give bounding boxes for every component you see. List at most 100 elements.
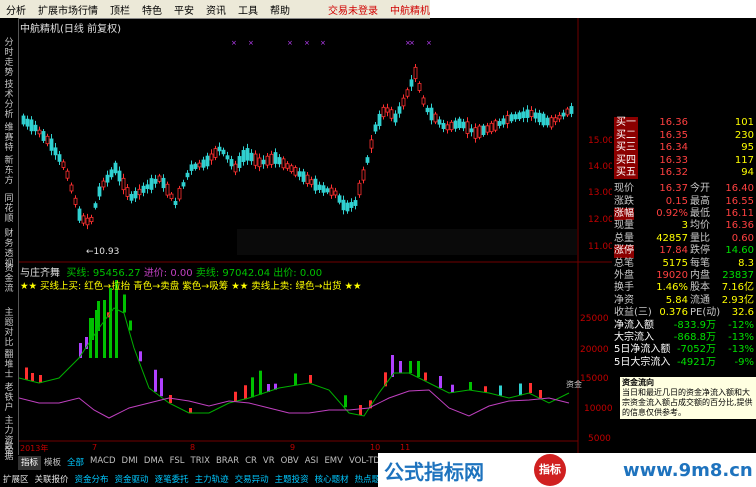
extension-tab[interactable]: 扩展区	[0, 473, 32, 485]
candle-body	[481, 125, 486, 136]
candle-body	[245, 148, 250, 161]
candle-body	[397, 106, 402, 114]
signal-marker: ×	[287, 39, 293, 47]
indicator-tab[interactable]: TRIX	[188, 456, 213, 470]
indicator-tab[interactable]: VR	[260, 456, 278, 470]
extension-tab[interactable]: 资金分布	[72, 473, 112, 485]
left-tab-1[interactable]: 技术分析	[1, 80, 17, 120]
left-tab-5[interactable]: 财务透视	[1, 229, 17, 269]
quote-label: 跌停	[690, 245, 710, 257]
indicator-bar	[25, 367, 28, 380]
candle-body	[341, 199, 346, 211]
menu-item-special[interactable]: 特色	[136, 2, 168, 17]
candle-body	[421, 97, 426, 105]
quote-value: 0.15	[665, 195, 688, 207]
menu-item-analysis[interactable]: 分析	[0, 2, 32, 17]
indicator-tab[interactable]: FSL	[167, 456, 188, 470]
indicator-tab[interactable]: MACD	[87, 456, 118, 470]
quote-label: 涨幅	[614, 207, 634, 221]
menu-item-news[interactable]: 资讯	[200, 2, 232, 17]
indicator-tab[interactable]: DMA	[141, 456, 167, 470]
indicator-tab[interactable]: BRAR	[213, 456, 242, 470]
extension-tab[interactable]: 关联报价	[32, 473, 72, 485]
menu-item-pingan[interactable]: 平安	[168, 2, 200, 17]
left-tab-6[interactable]: 资金流	[1, 264, 17, 294]
watermark-banner: 公式指标网 指标 www.9m8.cn	[378, 453, 756, 487]
chart-title: 中航精机(日线 前复权)	[20, 24, 121, 35]
extension-tab[interactable]: 交易异动	[232, 473, 272, 485]
indicator-tab[interactable]: EMV	[321, 456, 346, 470]
candle-body	[485, 125, 490, 133]
candle-body	[177, 187, 182, 200]
quote-value: 16.40	[725, 183, 754, 195]
left-tab-2[interactable]: 维赛特	[1, 123, 17, 153]
quote-label: 涨跌	[614, 195, 634, 207]
extension-tab-row: 扩展区关联报价资金分布资金驱动逐笔委托主力轨迹交易异动主题投资核心题材热点题材特…	[0, 470, 412, 487]
candle-body	[369, 139, 374, 149]
flow-percent: -13%	[728, 344, 754, 356]
indicator-tab[interactable]: ASI	[302, 456, 322, 470]
quote-value: 16.36	[725, 220, 754, 232]
quote-label: 总笔	[614, 257, 634, 269]
candle-body	[129, 193, 134, 201]
indicator-tab[interactable]: 指标	[18, 456, 42, 470]
candle-body	[345, 202, 350, 212]
extension-tab[interactable]: 核心题材	[312, 473, 352, 485]
indicator-tab[interactable]: DMI	[119, 456, 141, 470]
indicator-tab[interactable]: CR	[242, 456, 260, 470]
extension-tab[interactable]: 逐笔委托	[152, 473, 192, 485]
candle-body	[461, 121, 466, 129]
candle-body	[69, 184, 74, 192]
left-tab-7[interactable]: 主题对比	[1, 308, 17, 348]
left-tab-3[interactable]: 新东方	[1, 156, 17, 186]
ind-label: 10000	[584, 404, 613, 414]
bid-label: 买一	[614, 117, 638, 130]
candle-body	[265, 155, 270, 166]
candle-body	[317, 184, 322, 190]
quote-value: 19020	[656, 269, 688, 281]
candle-body	[473, 127, 478, 139]
indicator-bar	[484, 386, 487, 393]
left-tab-0[interactable]: 分时走势	[1, 38, 17, 78]
date-label: 2013年	[20, 444, 49, 453]
left-tab-11[interactable]: 数据	[1, 442, 17, 462]
flow-label: 大宗流入	[614, 331, 654, 343]
left-tab-9[interactable]: 老铁户	[1, 383, 17, 413]
indicator-bar	[409, 361, 412, 373]
extension-tab[interactable]: 主题投资	[272, 473, 312, 485]
candle-body	[149, 178, 154, 190]
candle-body	[29, 119, 34, 132]
left-tab-8[interactable]: 翻堆士	[1, 350, 17, 380]
menu-item-tools[interactable]: 工具	[232, 2, 264, 17]
candle-body	[277, 157, 282, 165]
candle-body	[293, 167, 298, 176]
quote-panel: 买一 16.36 101 买二 16.35 230 买三 16.34 95 买四 16.33 117 买…	[612, 110, 756, 410]
left-tab-bar: 分时走势 技术分析 维赛特 新东方 同花顺 财务透视 资金流 主题对比 翻堆士 老铁户 主力资金 数据	[0, 18, 19, 462]
candle-body	[385, 107, 390, 113]
candle-body	[49, 138, 54, 151]
signal-marker: ×	[409, 39, 415, 47]
quote-label: 涨停	[614, 245, 634, 258]
indicator-tab[interactable]: 模板	[41, 456, 64, 470]
indicator-bars	[25, 280, 542, 415]
candle-body	[157, 175, 162, 182]
extension-tab[interactable]: 主力轨迹	[192, 473, 232, 485]
candle-body	[145, 184, 150, 189]
candle-body	[501, 118, 506, 125]
candle-body	[233, 163, 238, 173]
indicator-bar	[294, 373, 297, 386]
candle-body	[105, 174, 110, 183]
trade-status[interactable]: 交易未登录	[322, 2, 384, 17]
quote-label: 收益(三)	[614, 307, 652, 319]
extension-tab[interactable]: 资金驱动	[112, 473, 152, 485]
menu-item-help[interactable]: 帮助	[264, 2, 296, 17]
left-tab-4[interactable]: 同花顺	[1, 194, 17, 224]
banner-url: www.9m8.cn	[623, 460, 753, 481]
indicator-tab[interactable]: OBV	[278, 456, 302, 470]
candle-body	[181, 182, 186, 187]
menu-item-ext-market[interactable]: 扩展市场行情	[32, 2, 104, 17]
menu-item-topbar[interactable]: 顶栏	[104, 2, 136, 17]
candle-body	[285, 163, 290, 169]
indicator-bar	[31, 373, 34, 381]
indicator-tab[interactable]: 全部	[64, 456, 87, 470]
